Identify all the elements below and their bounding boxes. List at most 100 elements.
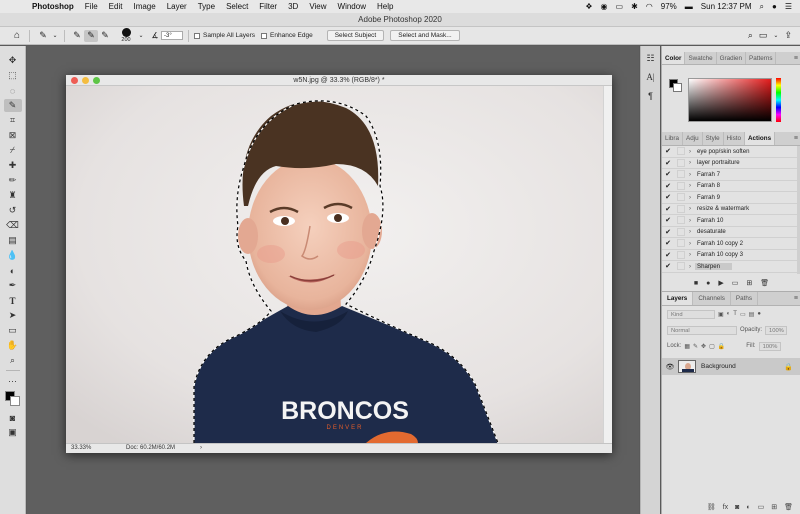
chevron-right-icon[interactable]: ›	[685, 205, 695, 212]
fill-input[interactable]: 100%	[758, 341, 781, 351]
action-item[interactable]: ✔ › Farrah 10 copy 3	[662, 250, 800, 261]
lasso-tool-icon[interactable]: ◌	[4, 84, 22, 97]
background-color-swatch[interactable]	[673, 83, 682, 92]
check-icon[interactable]: ✔	[662, 205, 674, 213]
tab-libraries[interactable]: Libra	[662, 132, 684, 145]
layer-kind-filter[interactable]: Kind	[667, 309, 715, 319]
play-icon[interactable]: ▶	[718, 279, 723, 287]
action-item[interactable]: ✔ › Farrah 8	[662, 181, 800, 192]
dialog-toggle[interactable]	[677, 262, 685, 271]
dialog-toggle[interactable]	[677, 193, 685, 202]
smart-object-filter-icon[interactable]: ▤	[749, 311, 755, 318]
path-selection-tool-icon[interactable]: ➤	[4, 309, 22, 322]
subtract-from-selection-icon[interactable]: ✎	[98, 30, 112, 42]
tab-history[interactable]: Histo	[724, 132, 745, 145]
action-item-selected[interactable]: ✔ › Sharpen	[662, 261, 800, 273]
pen-tool-icon[interactable]: ✒	[4, 279, 22, 292]
check-icon[interactable]: ✔	[662, 251, 674, 259]
menu-type[interactable]: Type	[198, 2, 215, 11]
dialog-toggle[interactable]	[677, 147, 685, 156]
chevron-right-icon[interactable]: ›	[685, 251, 695, 258]
chevron-down-icon[interactable]: ⌄	[773, 32, 778, 39]
healing-brush-tool-icon[interactable]: ✚	[4, 159, 22, 172]
color-swatches[interactable]	[4, 390, 22, 408]
dropbox-icon[interactable]: ❖	[585, 2, 592, 11]
zoom-window-icon[interactable]	[93, 77, 100, 84]
crop-tool-icon[interactable]: ⌗	[4, 114, 22, 127]
clone-stamp-tool-icon[interactable]: ♜	[4, 189, 22, 202]
bluetooth-icon[interactable]: ✱	[631, 2, 638, 11]
chevron-right-icon[interactable]: ›	[685, 159, 695, 166]
dialog-toggle[interactable]	[677, 216, 685, 225]
check-icon[interactable]: ✔	[662, 262, 674, 270]
chevron-right-icon[interactable]: ›	[685, 194, 695, 201]
document-title-bar[interactable]: w5N.jpg @ 33.3% (RGB/8*) *	[66, 75, 612, 86]
share-icon[interactable]: ⇪	[784, 30, 792, 41]
menu-image[interactable]: Image	[133, 2, 155, 11]
chevron-right-icon[interactable]: ›	[200, 444, 202, 453]
action-item[interactable]: ✔ › desaturate	[662, 227, 800, 238]
wifi-icon[interactable]: ◠	[646, 2, 653, 11]
filter-toggle-icon[interactable]: ●	[757, 311, 761, 317]
adjustment-filter-icon[interactable]: ◐	[727, 311, 731, 317]
link-layers-icon[interactable]: ⛓	[707, 503, 716, 511]
menu-edit[interactable]: Edit	[109, 2, 123, 11]
dialog-toggle[interactable]	[677, 158, 685, 167]
lock-pixels-icon[interactable]: ✎	[693, 343, 698, 350]
action-item[interactable]: ✔ › Farrah 9	[662, 192, 800, 204]
trash-icon[interactable]: 🗑	[784, 503, 793, 511]
color-picker-field[interactable]	[688, 78, 772, 122]
check-icon[interactable]: ✔	[662, 239, 674, 247]
layer-name[interactable]: Background	[701, 363, 736, 370]
search-icon[interactable]: ⌕	[760, 2, 764, 12]
layer-row[interactable]: 👁 Background 🔒	[662, 358, 800, 375]
chevron-right-icon[interactable]: ›	[685, 228, 695, 235]
menu-window[interactable]: Window	[338, 2, 366, 11]
add-to-selection-icon[interactable]: ✎	[84, 29, 98, 42]
layer-style-icon[interactable]: fx	[723, 504, 728, 511]
tab-color[interactable]: Color	[662, 52, 686, 64]
chevron-down-icon[interactable]: ⌄	[137, 30, 145, 42]
enhance-edge-checkbox[interactable]	[261, 32, 268, 39]
stop-icon[interactable]: ■	[694, 280, 698, 287]
screen-icon[interactable]: ▭	[616, 2, 624, 11]
chevron-right-icon[interactable]: ›	[685, 182, 695, 189]
menu-select[interactable]: Select	[226, 2, 248, 11]
tab-paths[interactable]: Paths	[731, 292, 759, 305]
action-item[interactable]: ✔ › resize & watermark	[662, 204, 800, 215]
screen-mode-icon[interactable]: ▣	[4, 426, 22, 439]
battery-percent[interactable]: 97%	[661, 2, 677, 11]
home-icon[interactable]: ⌂	[10, 29, 24, 43]
action-item[interactable]: ✔ › eye pop/skin soften	[662, 146, 800, 158]
quick-select-preset-icon[interactable]: ✎	[35, 30, 51, 42]
menu-app-name[interactable]: Photoshop	[32, 2, 74, 11]
history-brush-tool-icon[interactable]: ↺	[4, 204, 22, 217]
action-item[interactable]: ✔ › Farrah 10 copy 2	[662, 238, 800, 250]
zoom-level[interactable]: 33.33%	[71, 444, 91, 453]
record-icon[interactable]: ●	[706, 280, 710, 287]
brush-size-picker[interactable]: 200	[115, 28, 137, 43]
frame-tool-icon[interactable]: ⊠	[4, 129, 22, 142]
clock[interactable]: Sun 12:37 PM	[701, 2, 752, 11]
new-layer-icon[interactable]: ⊞	[771, 503, 777, 511]
check-icon[interactable]: ✔	[662, 228, 674, 236]
tab-gradients[interactable]: Gradien	[717, 52, 747, 64]
dialog-toggle[interactable]	[677, 250, 685, 259]
chevron-right-icon[interactable]: ›	[685, 171, 695, 178]
menu-list-icon[interactable]: ☰	[785, 2, 792, 11]
action-item[interactable]: ✔ › Farrah 10	[662, 215, 800, 227]
new-group-icon[interactable]: ▭	[758, 503, 765, 511]
menu-help[interactable]: Help	[377, 2, 393, 11]
new-set-icon[interactable]: ▭	[732, 279, 739, 287]
panel-menu-icon[interactable]: ≡	[791, 132, 800, 145]
check-icon[interactable]: ✔	[662, 147, 674, 155]
lock-all-icon[interactable]: 🔒	[718, 343, 725, 350]
tab-styles[interactable]: Style	[703, 132, 724, 145]
siri-icon[interactable]: ●	[772, 2, 777, 11]
chevron-right-icon[interactable]: ›	[685, 240, 695, 247]
menu-layer[interactable]: Layer	[167, 2, 187, 11]
type-tool-icon[interactable]: T	[4, 294, 22, 307]
move-tool-icon[interactable]: ✥	[4, 54, 22, 67]
tab-layers[interactable]: Layers	[662, 292, 694, 305]
blend-mode-select[interactable]: Normal	[667, 325, 737, 335]
